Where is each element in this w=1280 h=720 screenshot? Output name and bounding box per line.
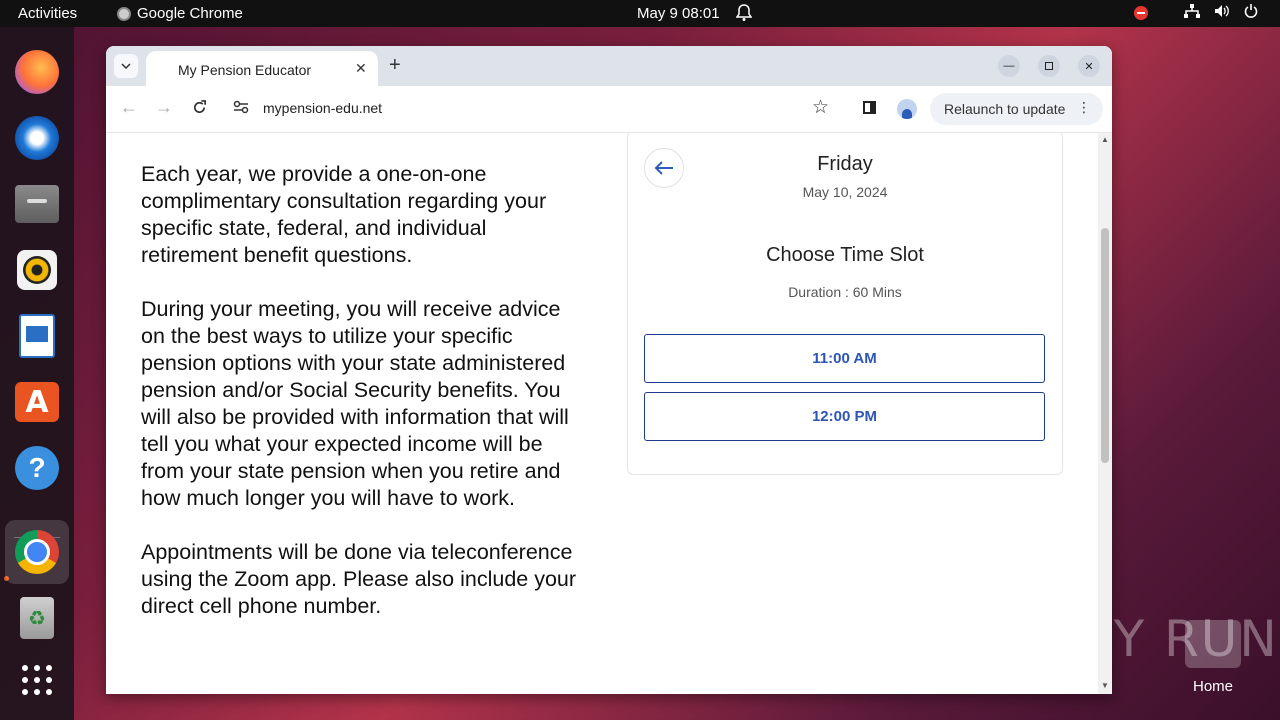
- notification-bell-icon[interactable]: [735, 4, 753, 26]
- home-label[interactable]: Home: [1193, 678, 1233, 695]
- libreoffice-writer-icon[interactable]: [12, 311, 62, 361]
- activities-button[interactable]: Activities: [18, 5, 77, 22]
- chrome-icon[interactable]: [5, 520, 69, 584]
- paragraph-consultation: Each year, we provide a one-on-one compl…: [141, 162, 547, 267]
- power-icon: [1244, 4, 1258, 22]
- show-apps-icon[interactable]: [12, 655, 62, 705]
- rhythmbox-icon[interactable]: [12, 245, 62, 295]
- system-tray[interactable]: [1134, 4, 1258, 22]
- selected-date: May 10, 2024: [802, 184, 888, 200]
- thunderbird-icon[interactable]: [12, 113, 62, 163]
- site-info-icon[interactable]: [233, 100, 249, 117]
- minimize-button[interactable]: —: [998, 55, 1020, 77]
- files-icon[interactable]: [12, 179, 62, 229]
- browser-toolbar: ← → mypension-edu.net ☆ Relaunch to upda…: [106, 86, 1112, 133]
- page-scrollbar[interactable]: ▲ ▼: [1098, 133, 1112, 694]
- bookmark-star-icon[interactable]: ☆: [812, 96, 829, 119]
- app-center-icon[interactable]: A: [12, 377, 62, 427]
- scheduler-card: Friday May 10, 2024 Choose Time Slot Dur…: [627, 133, 1063, 475]
- reload-icon[interactable]: [192, 97, 207, 120]
- volume-icon: [1214, 4, 1230, 22]
- side-panel-icon[interactable]: [863, 101, 876, 114]
- maximize-button[interactable]: [1038, 55, 1060, 77]
- dock: A ? ♻: [0, 27, 74, 720]
- browser-window: My Pension Educator ✕ + — ✕ ← → mypensio…: [106, 46, 1112, 694]
- tab-search-button[interactable]: [114, 54, 138, 78]
- chevron-down-icon: [121, 63, 131, 69]
- selected-day: Friday: [817, 153, 873, 175]
- time-slot-button[interactable]: 11:00 AM: [644, 334, 1045, 383]
- scroll-down-arrow-icon[interactable]: ▼: [1101, 681, 1109, 690]
- trash-icon[interactable]: ♻: [12, 593, 62, 643]
- address-bar[interactable]: mypension-edu.net: [263, 100, 382, 116]
- scroll-thumb[interactable]: [1101, 228, 1109, 463]
- time-slot-button[interactable]: 12:00 PM: [644, 392, 1045, 441]
- relaunch-label: Relaunch to update: [944, 101, 1066, 117]
- duration-label: Duration : 60 Mins: [788, 284, 902, 300]
- tab-active[interactable]: My Pension Educator ✕: [146, 51, 378, 86]
- chrome-app-icon: [117, 6, 131, 21]
- home-folder-icon[interactable]: [1185, 620, 1241, 668]
- time-slot-heading: Choose Time Slot: [766, 244, 924, 266]
- profile-avatar-icon[interactable]: [897, 99, 917, 119]
- paragraph-appointments: Appointments will be done via teleconfer…: [141, 540, 577, 618]
- page-content: Each year, we provide a one-on-one compl…: [106, 133, 1098, 694]
- scroll-up-arrow-icon[interactable]: ▲: [1101, 135, 1109, 144]
- close-window-button[interactable]: ✕: [1078, 55, 1100, 77]
- tab-title: My Pension Educator: [178, 62, 312, 78]
- forward-arrow-icon[interactable]: →: [155, 97, 173, 118]
- relaunch-button[interactable]: Relaunch to update ⋮: [930, 93, 1103, 125]
- app-menu[interactable]: Google Chrome: [117, 5, 243, 22]
- network-icon: [1184, 4, 1200, 22]
- app-name: Google Chrome: [137, 5, 243, 22]
- clock[interactable]: May 9 08:01: [637, 5, 720, 22]
- do-not-disturb-icon: [1134, 6, 1148, 20]
- article-text: Each year, we provide a one-on-one compl…: [141, 161, 581, 647]
- firefox-icon[interactable]: [12, 47, 62, 97]
- kebab-menu-icon[interactable]: ⋮: [1077, 99, 1091, 116]
- tab-bar: My Pension Educator ✕ + — ✕: [106, 46, 1112, 86]
- back-arrow-icon[interactable]: ←: [120, 97, 138, 118]
- top-bar: Activities Google Chrome May 9 08:01: [0, 0, 1280, 27]
- new-tab-button[interactable]: +: [389, 54, 401, 77]
- tab-close-icon[interactable]: ✕: [355, 60, 367, 77]
- paragraph-meeting: During your meeting, you will receive ad…: [141, 297, 569, 510]
- help-icon[interactable]: ?: [12, 443, 62, 493]
